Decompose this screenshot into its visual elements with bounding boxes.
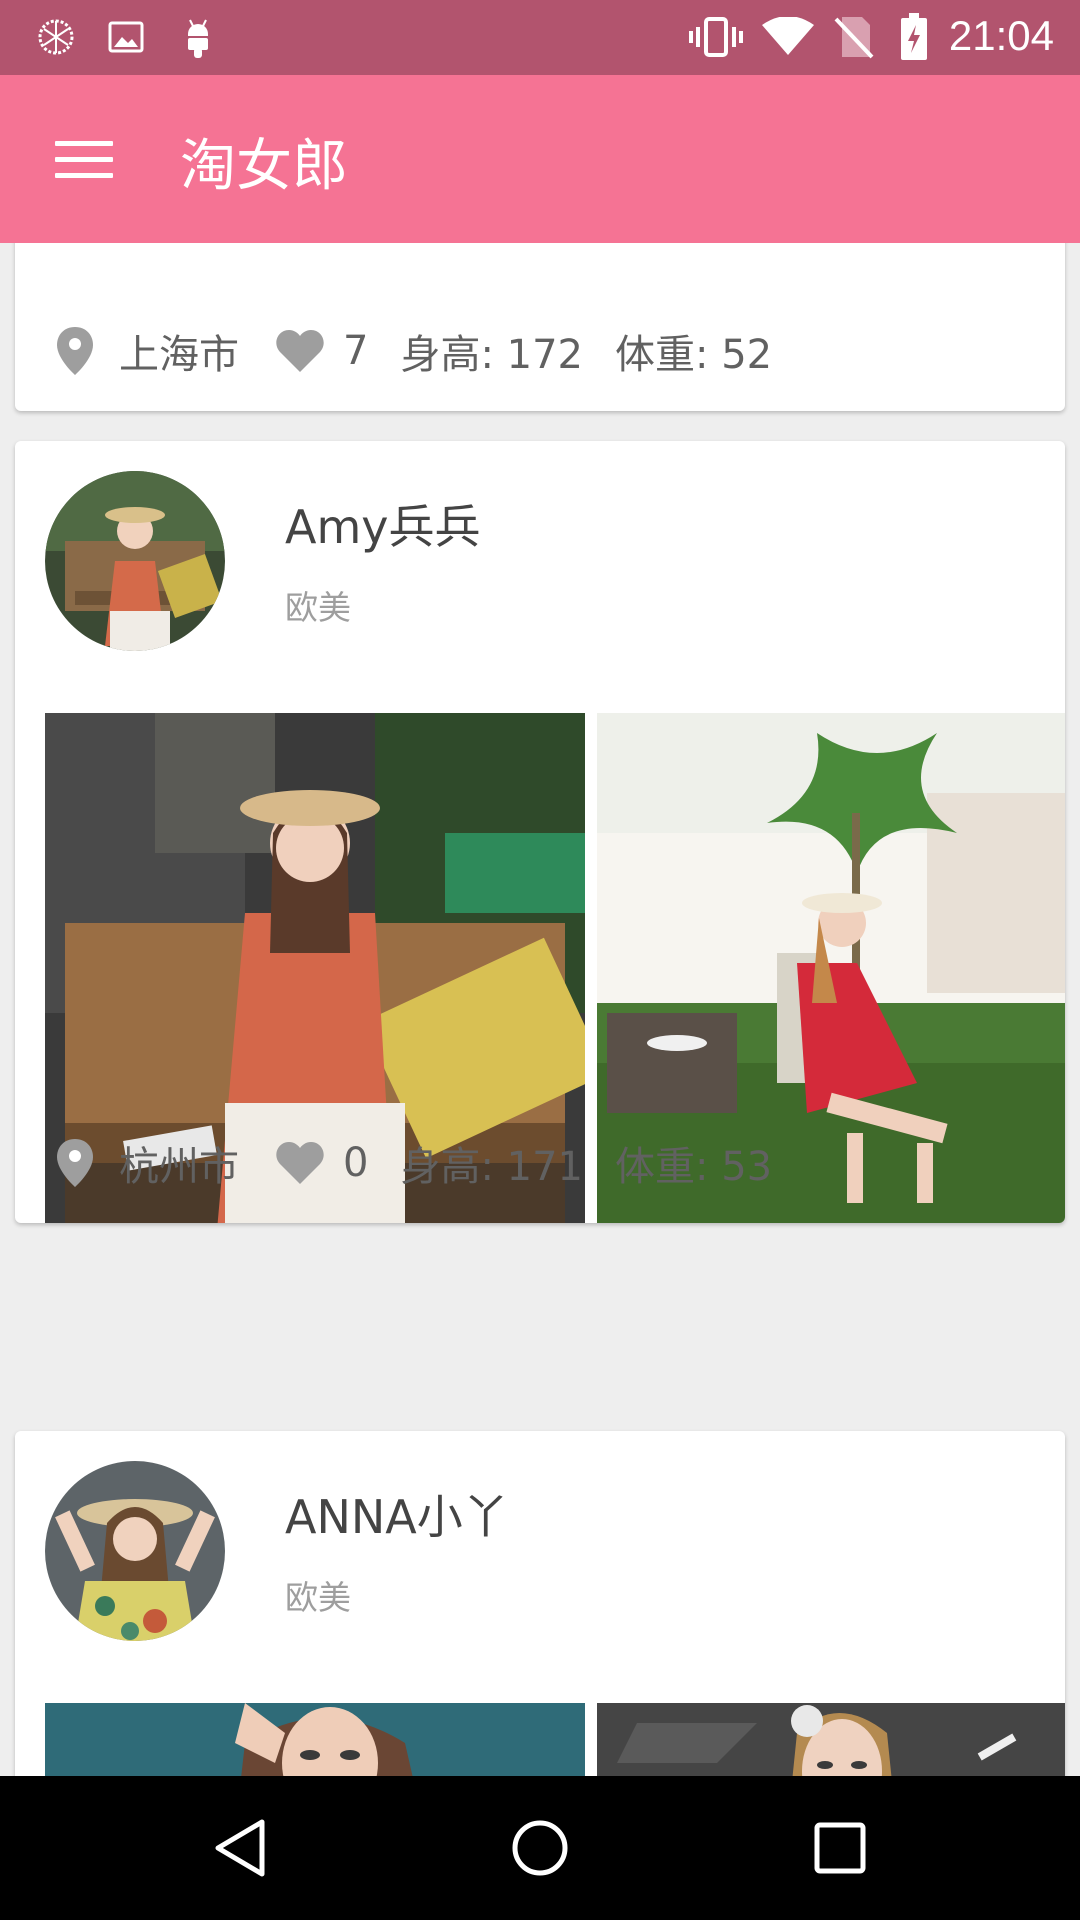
height-text: 身高: 171 — [400, 1144, 583, 1190]
model-name: Amy兵兵 — [285, 500, 481, 554]
model-category: 欧美 — [285, 1578, 351, 1617]
clock: 21:04 — [948, 12, 1054, 59]
app-bar: 淘女郎 — [0, 75, 1080, 243]
model-name: ANNA小丫 — [285, 1490, 509, 1544]
heart-icon[interactable] — [275, 1140, 325, 1186]
location-text: 杭州市 — [119, 1144, 239, 1190]
model-card[interactable]: ANNA小丫 欧美 — [15, 1431, 1065, 1776]
navigation-bar — [0, 1776, 1080, 1920]
model-list[interactable]: 上海市 7 身高: 172 体重: 52 Amy兵兵 欧美 杭州市 0 身高: … — [0, 243, 1080, 1776]
home-icon[interactable] — [504, 1812, 576, 1884]
location-pin-icon — [57, 327, 93, 375]
hamburger-menu-icon[interactable] — [48, 127, 120, 191]
weight-text: 体重: 52 — [615, 332, 773, 378]
location-pin-icon — [57, 1139, 93, 1187]
model-category: 欧美 — [285, 588, 351, 627]
card-stats: 上海市 7 身高: 172 体重: 52 — [55, 321, 772, 381]
avatar[interactable] — [45, 471, 225, 651]
android-icon — [178, 14, 218, 60]
app-title: 淘女郎 — [180, 134, 348, 199]
card-stats: 杭州市 0 身高: 171 体重: 53 — [55, 1133, 772, 1193]
vibrate-icon — [688, 14, 744, 60]
avatar[interactable] — [45, 1461, 225, 1641]
status-bar: 21:04 — [0, 0, 1080, 75]
clover-app-icon — [36, 14, 76, 60]
model-card[interactable]: Amy兵兵 欧美 杭州市 0 身高: 171 体重: 53 — [15, 441, 1065, 1223]
image-icon — [106, 14, 146, 60]
location-text: 上海市 — [119, 332, 239, 378]
photo[interactable] — [597, 1703, 1065, 1776]
heart-icon[interactable] — [275, 328, 325, 374]
model-card[interactable]: 上海市 7 身高: 172 体重: 52 — [15, 243, 1065, 411]
wifi-icon — [760, 14, 816, 60]
like-count: 0 — [343, 1140, 369, 1186]
back-icon[interactable] — [204, 1812, 276, 1884]
height-text: 身高: 172 — [400, 332, 583, 378]
like-count: 7 — [343, 328, 369, 374]
recents-icon[interactable] — [804, 1812, 876, 1884]
battery-charging-icon — [896, 13, 932, 60]
weight-text: 体重: 53 — [615, 1144, 773, 1190]
no-sim-icon — [832, 14, 876, 60]
photo[interactable] — [45, 1703, 585, 1776]
